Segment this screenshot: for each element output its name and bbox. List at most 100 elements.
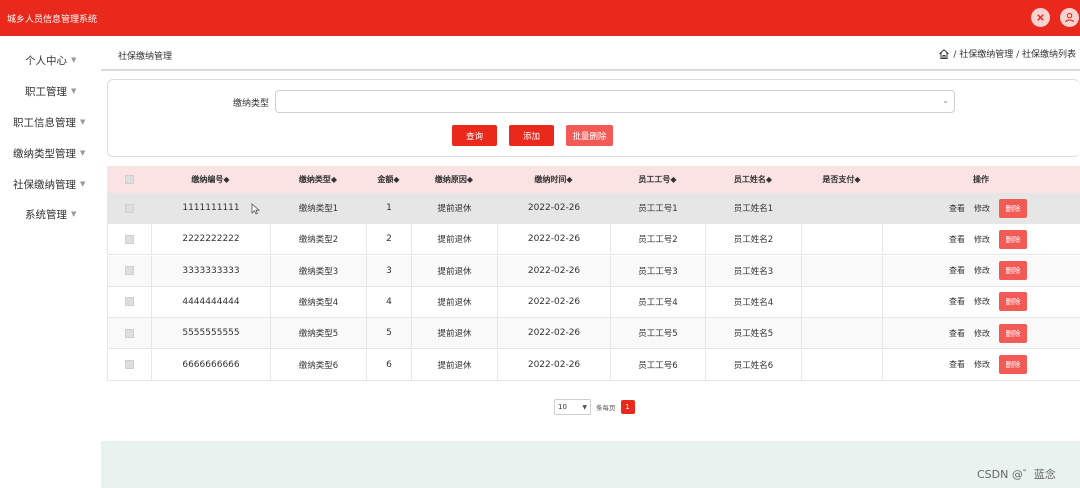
column-header-reason[interactable]: 缴纳原因◆: [411, 166, 497, 193]
sidebar-item-personal-center[interactable]: 个人中心 ▼: [0, 50, 100, 70]
home-icon[interactable]: [938, 48, 950, 60]
edit-button[interactable]: 修改: [974, 203, 990, 214]
column-header-type[interactable]: 缴纳类型◆: [270, 166, 366, 193]
page-size-value: 10: [558, 403, 567, 411]
cell-type: 缴纳类型2: [271, 224, 367, 255]
table-row[interactable]: 2222222222 缴纳类型2 2 提前退休 2022-02-26 员工工号2 员工姓名2…: [107, 224, 1080, 256]
user-avatar-icon[interactable]: [1060, 8, 1079, 27]
row-select-cell: [108, 349, 152, 380]
edit-button[interactable]: 修改: [974, 265, 990, 276]
cell-id: 2222222222: [152, 224, 271, 255]
row-actions: 查看 修改 删除: [949, 318, 1027, 348]
sidebar-item-label: 系统管理: [25, 208, 67, 221]
edit-button[interactable]: 修改: [974, 234, 990, 245]
edit-button[interactable]: 修改: [974, 296, 990, 307]
chevron-down-icon: ▼: [71, 56, 77, 64]
delete-button[interactable]: 删除: [999, 261, 1027, 281]
cell-amount: 1: [367, 193, 412, 223]
cell-amount: 2: [367, 224, 412, 255]
cell-reason: 提前退休: [412, 349, 498, 380]
sidebar-item-social-security[interactable]: 社保缴纳管理 ▼: [0, 174, 100, 194]
cell-type: 缴纳类型4: [271, 286, 367, 317]
delete-button[interactable]: 删除: [999, 198, 1027, 218]
view-button[interactable]: 查看: [949, 359, 965, 370]
row-select-cell: [108, 286, 152, 317]
cell-emp-no: 员工工号3: [611, 255, 706, 286]
sidebar-item-label: 社保缴纳管理: [13, 178, 76, 191]
row-checkbox[interactable]: [125, 266, 134, 276]
close-icon[interactable]: [1031, 8, 1050, 27]
cell-emp-name: 员工姓名3: [706, 255, 802, 286]
cell-emp-name: 员工姓名4: [706, 286, 802, 317]
row-checkbox[interactable]: [125, 203, 134, 213]
column-header-amount[interactable]: 金额◆: [366, 166, 411, 193]
cell-emp-name: 员工姓名5: [706, 318, 802, 349]
page-size-select[interactable]: 10 ▼: [554, 399, 591, 415]
query-button[interactable]: 查询: [452, 125, 497, 146]
row-checkbox[interactable]: [125, 234, 134, 244]
select-all-checkbox[interactable]: [124, 175, 134, 184]
row-checkbox[interactable]: [125, 328, 134, 338]
table-row[interactable]: 3333333333 缴纳类型3 3 提前退休 2022-02-26 员工工号3 员工姓名3…: [107, 255, 1080, 287]
cell-time: 2022-02-26: [498, 193, 611, 223]
edit-button[interactable]: 修改: [974, 359, 990, 370]
page-title: 社保缴纳管理: [118, 52, 173, 62]
chevron-down-icon: ▼: [71, 210, 77, 218]
chevron-down-icon: ⌄: [942, 96, 949, 105]
delete-button[interactable]: 删除: [999, 292, 1027, 312]
row-checkbox[interactable]: [125, 297, 134, 307]
table-row[interactable]: 5555555555 缴纳类型5 5 提前退休 2022-02-26 员工工号5 员工姓名5…: [107, 318, 1080, 350]
batch-delete-button[interactable]: 批量删除: [566, 125, 613, 146]
chevron-down-icon: ▼: [80, 149, 86, 157]
cell-time: 2022-02-26: [498, 349, 611, 380]
delete-button[interactable]: 删除: [999, 355, 1027, 374]
view-button[interactable]: 查看: [949, 234, 965, 245]
table-row[interactable]: 6666666666 缴纳类型6 6 提前退休 2022-02-26 员工工号6 员工姓名6…: [107, 349, 1080, 381]
app-title: 城乡人员信息管理系统: [7, 14, 98, 25]
column-header-id[interactable]: 缴纳编号◆: [151, 166, 270, 193]
view-button[interactable]: 查看: [949, 203, 965, 214]
cell-emp-name: 员工姓名6: [706, 349, 802, 380]
view-button[interactable]: 查看: [949, 328, 965, 339]
row-select-cell: [108, 224, 152, 255]
view-button[interactable]: 查看: [949, 265, 965, 276]
select-all-cell[interactable]: [107, 166, 151, 193]
cell-time: 2022-02-26: [498, 286, 611, 317]
cell-type: 缴纳类型3: [271, 255, 367, 286]
column-header-actions: 操作: [973, 175, 989, 184]
cell-emp-name: 员工姓名2: [706, 224, 802, 255]
cell-amount: 6: [367, 349, 412, 380]
sidebar-item-system[interactable]: 系统管理 ▼: [0, 204, 100, 224]
sidebar-item-staff[interactable]: 职工管理 ▼: [0, 81, 100, 101]
table-header: 缴纳编号◆ 缴纳类型◆ 金额◆ 缴纳原因◆ 缴纳时间◆ 员工工号◆ 员工姓名◆ …: [107, 166, 1080, 193]
page-number-button[interactable]: 1: [620, 400, 635, 414]
column-header-emp-name[interactable]: 员工姓名◆: [705, 166, 801, 193]
chevron-down-icon: ▼: [80, 118, 86, 126]
search-panel: 缴纳类型 ⌄ 查询 添加 批量删除: [107, 79, 1080, 157]
breadcrumb-path[interactable]: / 社保缴纳管理 / 社保缴纳列表: [953, 47, 1076, 60]
view-button[interactable]: 查看: [949, 296, 965, 307]
cell-emp-no: 员工工号5: [611, 318, 706, 349]
delete-button[interactable]: 删除: [999, 229, 1027, 249]
cell-type: 缴纳类型5: [271, 318, 367, 349]
column-header-time[interactable]: 缴纳时间◆: [497, 166, 610, 193]
column-header-paid[interactable]: 是否支付◆: [801, 166, 882, 193]
column-header-emp-no[interactable]: 员工工号◆: [610, 166, 705, 193]
cell-time: 2022-02-26: [498, 224, 611, 255]
sidebar-item-label: 职工信息管理: [13, 116, 76, 129]
sidebar: 个人中心 ▼ 职工管理 ▼ 职工信息管理 ▼ 缴纳类型管理 ▼ 社保缴纳管理 ▼ 系统管理…: [0, 36, 100, 488]
table-row[interactable]: 4444444444 缴纳类型4 4 提前退休 2022-02-26 员工工号4 员工姓名4…: [107, 286, 1080, 318]
sidebar-item-staff-info[interactable]: 职工信息管理 ▼: [0, 112, 100, 132]
payment-type-select[interactable]: ⌄: [275, 90, 955, 113]
edit-button[interactable]: 修改: [974, 328, 990, 339]
cell-time: 2022-02-26: [498, 255, 611, 286]
breadcrumb: / 社保缴纳管理 / 社保缴纳列表: [938, 47, 1076, 60]
cell-id: 5555555555: [152, 318, 271, 349]
delete-button[interactable]: 删除: [999, 323, 1027, 343]
add-button[interactable]: 添加: [509, 125, 554, 146]
row-checkbox[interactable]: [125, 360, 134, 369]
sidebar-item-payment-type[interactable]: 缴纳类型管理 ▼: [0, 143, 100, 163]
cell-amount: 3: [367, 255, 412, 286]
watermark-text: CSDN @゛蓝念: [977, 468, 1056, 481]
cell-id: 4444444444: [152, 286, 271, 317]
